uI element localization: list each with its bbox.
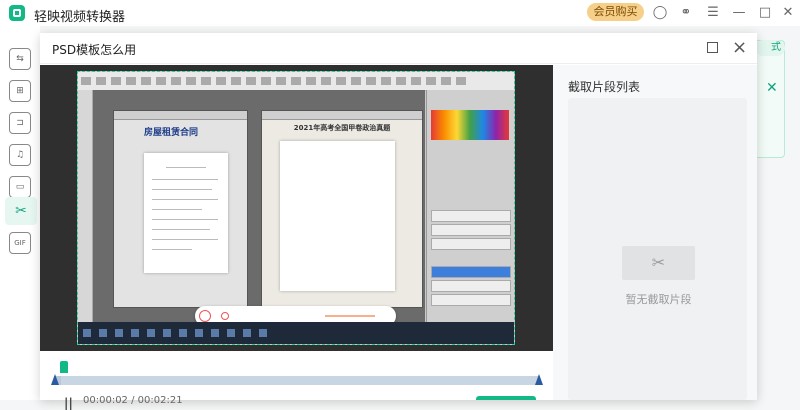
audio-icon: ♫: [15, 150, 25, 160]
scissors-icon: ✂: [15, 203, 27, 219]
left-nav: ⇆ ⊞ ⊐ ♫ ▭ ✂ GIF: [0, 26, 41, 400]
ps-menubar: [78, 72, 514, 91]
nav-item-subtitle[interactable]: ▭: [9, 176, 31, 198]
modal-title: PSD模板怎么用: [52, 43, 137, 57]
video-frame[interactable]: 房屋租赁合同 2021年高考全国甲卷政治真题: [77, 71, 515, 345]
clip-list-box: ✂ 暂无截取片段: [568, 98, 747, 400]
clip-list-panel: 截取片段列表 ✂ 暂无截取片段: [553, 65, 757, 400]
vip-purchase-button[interactable]: 会员购买: [587, 3, 644, 21]
document-window-b: 2021年高考全国甲卷政治真题: [261, 110, 423, 308]
confirm-button[interactable]: [476, 396, 536, 400]
compress-icon: ⊞: [16, 86, 24, 96]
subtitle-icon: ▭: [15, 182, 25, 192]
clip-list-title: 截取片段列表: [568, 80, 641, 94]
convert-icon: ⇆: [16, 54, 24, 64]
pause-icon[interactable]: | |: [64, 396, 73, 410]
document-b-page: [280, 141, 395, 291]
document-window-a: 房屋租赁合同: [113, 110, 248, 308]
recorder-volume-wave: [325, 315, 375, 317]
merge-icon: ⊐: [16, 118, 24, 128]
document-a-page: [144, 153, 228, 273]
nav-item-cut[interactable]: ✂: [5, 197, 37, 225]
recorder-stop-icon: [221, 312, 229, 320]
nav-item-convert[interactable]: ⇆: [9, 48, 31, 70]
nav-item-merge[interactable]: ⊐: [9, 112, 31, 134]
trim-start-handle[interactable]: [51, 374, 59, 385]
maximize-icon[interactable]: □: [756, 4, 774, 22]
app-title: 轻映视频转换器: [34, 10, 126, 25]
document-b-title: 2021年高考全国甲卷政治真题: [293, 124, 391, 132]
windows-taskbar: [78, 322, 514, 344]
background-pill[interactable]: 式: [755, 40, 785, 56]
modal-close-icon[interactable]: ×: [732, 37, 747, 58]
ps-toolbox: [78, 90, 93, 322]
background-close-icon[interactable]: ✕: [766, 80, 778, 96]
ps-layer: [431, 238, 511, 250]
menu-icon[interactable]: ☰: [704, 4, 722, 22]
nav-item-compress[interactable]: ⊞: [9, 80, 31, 102]
playhead-marker[interactable]: [60, 361, 68, 373]
timeline-track[interactable]: [51, 374, 543, 385]
minimize-icon[interactable]: —: [730, 4, 748, 22]
close-icon[interactable]: ✕: [779, 4, 797, 22]
clip-modal: PSD模板怎么用 × 房屋租赁合同 2021年高考全国甲卷政治真题 截取片段列表…: [40, 33, 757, 410]
modal-header: PSD模板怎么用 ×: [40, 33, 757, 64]
nav-item-audio[interactable]: ♫: [9, 144, 31, 166]
video-player[interactable]: 房屋租赁合同 2021年高考全国甲卷政治真题: [40, 65, 553, 351]
clip-list-empty-text: 暂无截取片段: [625, 293, 692, 306]
ps-panels: [426, 90, 514, 322]
recorder-pause-icon: [199, 310, 211, 322]
user-icon[interactable]: ◯: [651, 4, 669, 22]
nav-item-gif[interactable]: GIF: [9, 232, 31, 254]
ps-layer: [431, 280, 511, 292]
ps-layer: [431, 210, 511, 222]
headset-icon[interactable]: ⚭: [677, 4, 695, 22]
ps-canvas: 房屋租赁合同 2021年高考全国甲卷政治真题: [93, 90, 425, 322]
ps-layer: [431, 294, 511, 306]
time-readout: 00:00:02 / 00:02:21: [83, 395, 183, 406]
gif-icon: GIF: [14, 239, 26, 247]
ps-swatches: [431, 110, 509, 140]
ps-layer: [431, 224, 511, 236]
app-logo-icon: [9, 5, 25, 21]
document-a-title: 房屋租赁合同: [144, 128, 199, 138]
ps-layer-selected: [431, 266, 511, 278]
trim-end-handle[interactable]: [535, 374, 543, 385]
scissors-icon: ✂: [622, 246, 695, 280]
modal-maximize-icon[interactable]: [707, 42, 718, 53]
app-titlebar: 轻映视频转换器 会员购买 ◯ ⚭ ☰ — □ ✕: [0, 0, 800, 26]
